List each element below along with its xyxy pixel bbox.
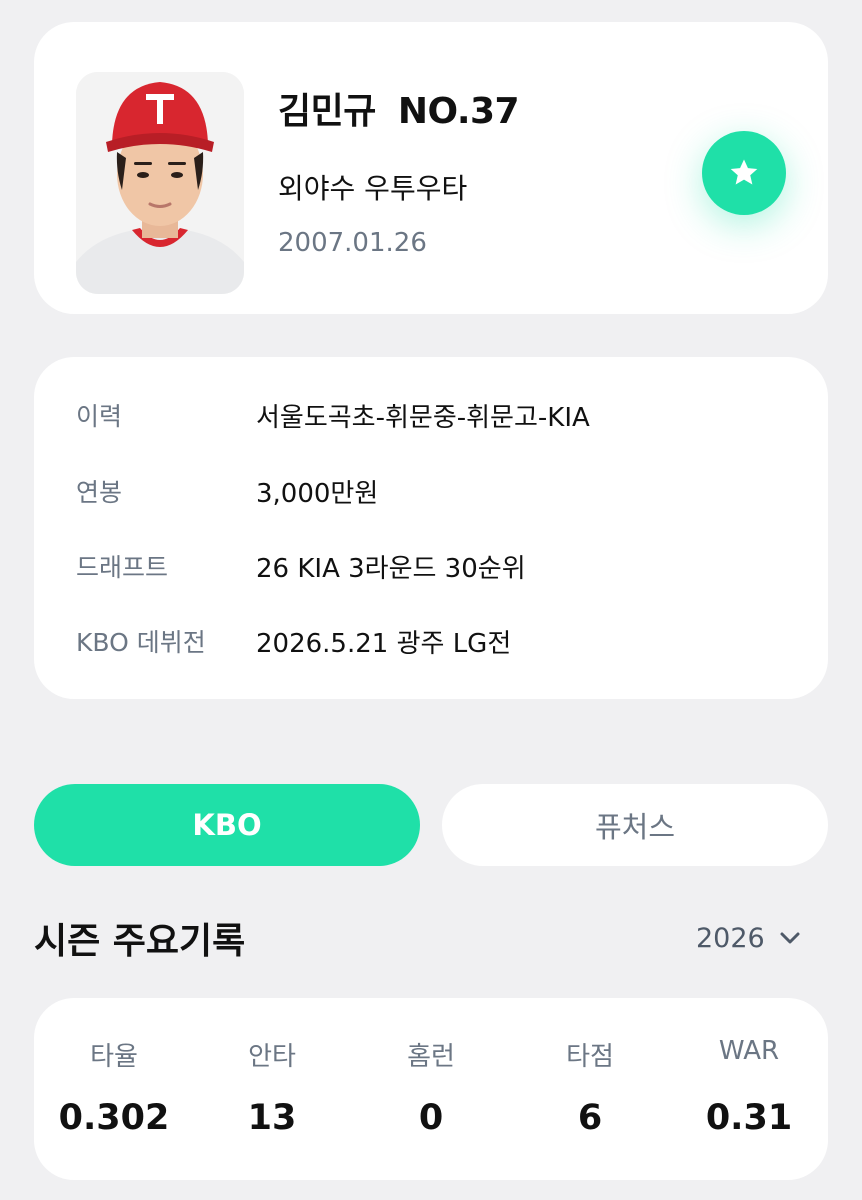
info-label: KBO 데뷔전 [76, 628, 206, 657]
stat-batting-average: 타율 0.302 [34, 998, 194, 1180]
stat-war: WAR 0.31 [669, 998, 829, 1180]
section-title: 시즌 주요기록 [34, 921, 246, 962]
stat-value: 6 [577, 1098, 603, 1138]
player-photo [76, 72, 244, 294]
season-year-dropdown[interactable]: 2026 [696, 918, 801, 958]
info-row-salary: 연봉 3,000만원 [76, 471, 378, 511]
player-number: NO.37 [397, 91, 520, 132]
info-label: 연봉 [76, 478, 123, 507]
stat-label: 타점 [566, 1042, 614, 1072]
chevron-down-icon [780, 932, 800, 944]
player-info-card: 이력 서울도곡초-휘문중-휘문고-KIA 연봉 3,000만원 드래프트 26 … [34, 357, 828, 699]
info-row-draft: 드래프트 26 KIA 3라운드 30순위 [76, 546, 526, 586]
stat-value: 0.302 [58, 1098, 170, 1138]
info-label: 이력 [76, 402, 123, 431]
player-birthdate: 2007.01.26 [278, 228, 427, 258]
info-value: 2026.5.21 광주 LG전 [256, 628, 512, 659]
stat-label: 홈런 [407, 1042, 455, 1072]
stat-value: 0 [418, 1098, 444, 1138]
player-name-row: 김민규 NO.37 [278, 82, 520, 134]
stat-rbi: 타점 6 [510, 998, 670, 1180]
star-icon [730, 159, 758, 185]
favorite-button[interactable] [702, 131, 786, 215]
stat-label: WAR [718, 1036, 780, 1066]
player-position: 외야수 우투우타 [278, 172, 468, 205]
season-year-value: 2026 [696, 922, 765, 954]
player-name: 김민규 [278, 91, 376, 132]
info-value: 26 KIA 3라운드 30순위 [256, 553, 526, 584]
info-row-debut: KBO 데뷔전 2026.5.21 광주 LG전 [76, 621, 511, 661]
info-row-career: 이력 서울도곡초-휘문중-휘문고-KIA [76, 395, 590, 435]
player-profile-card: 김민규 NO.37 외야수 우투우타 2007.01.26 [34, 22, 828, 314]
stat-value: 13 [247, 1098, 297, 1138]
stat-label: 안타 [248, 1042, 296, 1072]
tab-kbo[interactable]: KBO [34, 784, 420, 866]
season-stats-card: 타율 0.302 안타 13 홈런 0 타점 6 WAR 0.31 [34, 998, 828, 1180]
info-value: 서울도곡초-휘문중-휘문고-KIA [256, 402, 590, 433]
stat-hits: 안타 13 [192, 998, 352, 1180]
info-label: 드래프트 [76, 553, 169, 582]
stat-label: 타율 [90, 1042, 138, 1072]
tab-futures[interactable]: 퓨처스 [442, 784, 828, 866]
stat-value: 0.31 [705, 1098, 793, 1138]
info-value: 3,000만원 [256, 478, 379, 509]
stat-home-runs: 홈런 0 [351, 998, 511, 1180]
